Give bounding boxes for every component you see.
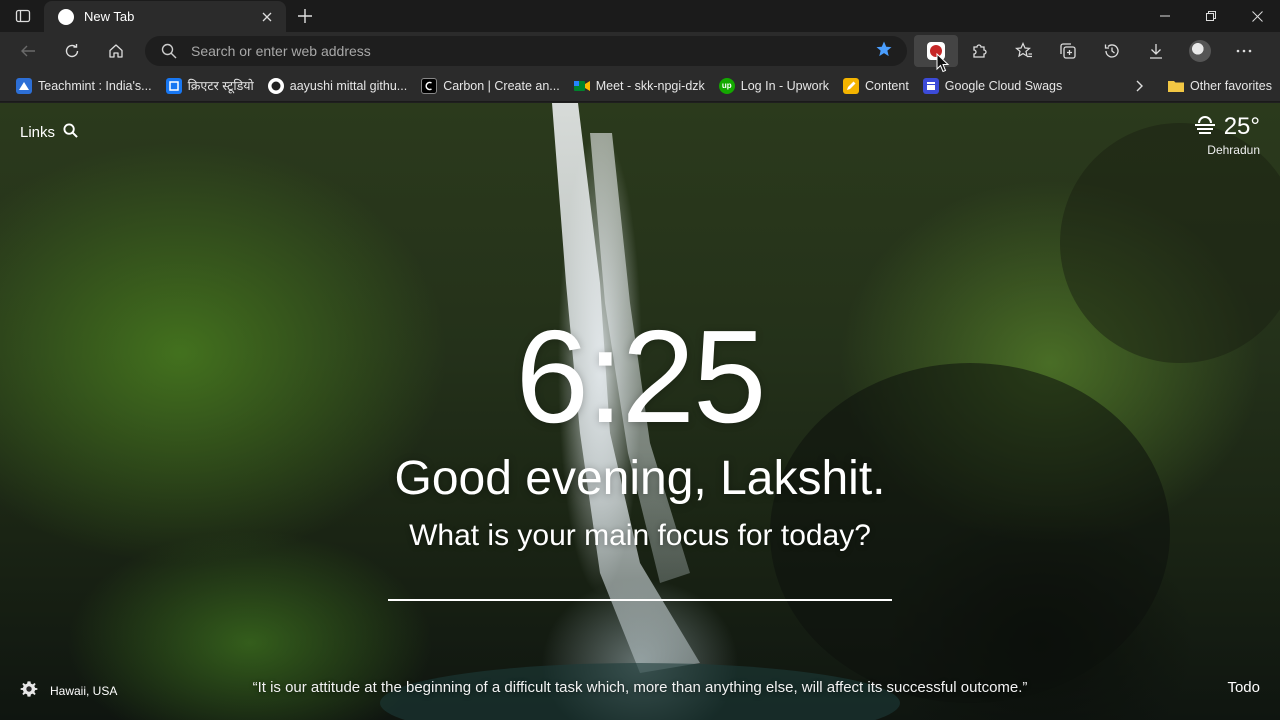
weather-temperature-row: 25°: [1194, 113, 1260, 141]
close-icon: [262, 12, 272, 21]
todo-button[interactable]: Todo: [1227, 679, 1260, 696]
download-icon: [1150, 44, 1162, 59]
haze-icon: [1194, 113, 1216, 141]
bottom-left-controls: Hawaii, USA: [20, 680, 117, 701]
tab-title: New Tab: [84, 9, 135, 24]
other-favorites-label: Other favorites: [1190, 79, 1272, 93]
content-pencil-icon: [843, 77, 860, 94]
profile-button[interactable]: [1178, 35, 1222, 67]
history-icon: [1104, 44, 1119, 58]
close-icon: [1251, 10, 1263, 22]
more-horizontal-icon: [1236, 49, 1252, 53]
tab-close-button[interactable]: [258, 8, 276, 26]
collections-icon: [1060, 43, 1076, 59]
new-tab-button[interactable]: [291, 4, 319, 28]
settings-and-more-button[interactable]: [1222, 35, 1266, 67]
folder-icon: [1168, 78, 1184, 94]
favorite-label: क्रिएटर स्टूडियो: [187, 79, 254, 93]
teachmint-favicon-icon: [16, 77, 32, 94]
weather-widget[interactable]: 25° Dehradun: [1194, 113, 1260, 157]
minimize-icon: [1160, 15, 1170, 17]
search-icon: [161, 43, 177, 59]
window-controls: [1142, 0, 1280, 32]
favorite-teachmint[interactable]: Teachmint : India's...: [10, 73, 158, 99]
favorite-star-button[interactable]: [875, 40, 893, 63]
favorite-label: Meet - skk-npgi-dzk: [595, 78, 705, 93]
favorite-label: Carbon | Create an...: [443, 78, 560, 93]
home-button[interactable]: [98, 35, 134, 67]
creator-studio-favicon-icon: [165, 77, 182, 94]
clock[interactable]: 6:25: [0, 311, 1280, 443]
home-icon: [109, 44, 123, 58]
favorite-google-cloud-swags[interactable]: Google Cloud Swags: [917, 73, 1068, 99]
upwork-icon: up: [718, 77, 735, 94]
settings-button[interactable]: [20, 680, 38, 701]
photo-location[interactable]: Hawaii, USA: [50, 684, 117, 698]
more-favorites-button[interactable]: [1126, 73, 1152, 99]
star-filled-icon: [876, 41, 892, 56]
favorite-github[interactable]: aayushi mittal githu...: [262, 73, 413, 99]
tab-actions-icon: [15, 9, 31, 23]
links-widget[interactable]: Links: [20, 123, 78, 142]
focus-input[interactable]: [388, 561, 892, 601]
close-window-button[interactable]: [1234, 0, 1280, 32]
carbon-favicon-icon: [421, 77, 438, 94]
history-button[interactable]: [1090, 35, 1134, 67]
favorite-label: Teachmint : India's...: [38, 78, 152, 93]
favorite-label: Log In - Upwork: [740, 78, 830, 93]
browser-toolbar: [0, 32, 1280, 70]
weather-temperature: 25°: [1223, 113, 1260, 140]
title-bar: New Tab: [0, 0, 1280, 32]
search-icon[interactable]: [63, 123, 78, 142]
toolbar-actions: [914, 35, 1266, 67]
other-favorites-folder[interactable]: Other favorites: [1162, 73, 1278, 99]
favorites-bar: Teachmint : India's... क्रिएटर स्टूडियो …: [0, 70, 1280, 102]
weather-location: Dehradun: [1207, 143, 1260, 157]
tab-actions-menu-button[interactable]: [0, 0, 46, 32]
favorite-label: aayushi mittal githu...: [289, 78, 408, 93]
favorite-creator-studio[interactable]: क्रिएटर स्टूडियो: [160, 73, 260, 99]
greeting: Good evening, Lakshit.: [394, 452, 886, 505]
daily-quote[interactable]: “It is our attitude at the beginning of …: [160, 679, 1120, 696]
restore-icon: [1206, 11, 1216, 21]
collections-button[interactable]: [1046, 35, 1090, 67]
address-input[interactable]: [191, 43, 875, 59]
links-label: Links: [20, 124, 56, 141]
star-list-icon: [1015, 42, 1032, 58]
arrow-left-icon: [21, 45, 35, 57]
github-icon: [267, 77, 284, 94]
tab-new-tab[interactable]: New Tab: [44, 1, 286, 32]
google-cloud-favicon-icon: [922, 77, 939, 94]
avatar: [1189, 40, 1211, 62]
extensions-button[interactable]: [958, 35, 1002, 67]
favorites-button[interactable]: [1002, 35, 1046, 67]
address-bar[interactable]: [145, 36, 907, 66]
back-button[interactable]: [10, 35, 46, 67]
new-tab-page: Links 25° Dehradun 6:25 Good evening, La…: [0, 103, 1280, 720]
favorite-upwork[interactable]: up Log In - Upwork: [713, 73, 835, 99]
refresh-button[interactable]: [54, 35, 90, 67]
favorite-content[interactable]: Content: [837, 73, 915, 99]
favorite-label: Google Cloud Swags: [944, 78, 1063, 93]
google-meet-icon: [573, 78, 590, 94]
chevron-right-icon: [1136, 80, 1143, 92]
favorite-label: Content: [865, 78, 909, 93]
restore-button[interactable]: [1188, 0, 1234, 32]
favorite-google-meet[interactable]: Meet - skk-npgi-dzk: [568, 73, 711, 99]
focus-prompt: What is your main focus for today?: [409, 519, 871, 552]
gear-icon: [20, 681, 38, 697]
plus-icon: [298, 9, 312, 23]
refresh-icon: [65, 44, 79, 58]
mouse-cursor-icon: [936, 53, 950, 73]
tab-favicon-icon: [58, 8, 74, 25]
puzzle-icon: [973, 44, 987, 58]
downloads-button[interactable]: [1134, 35, 1178, 67]
minimize-button[interactable]: [1142, 0, 1188, 32]
favorite-carbon[interactable]: Carbon | Create an...: [415, 73, 566, 99]
